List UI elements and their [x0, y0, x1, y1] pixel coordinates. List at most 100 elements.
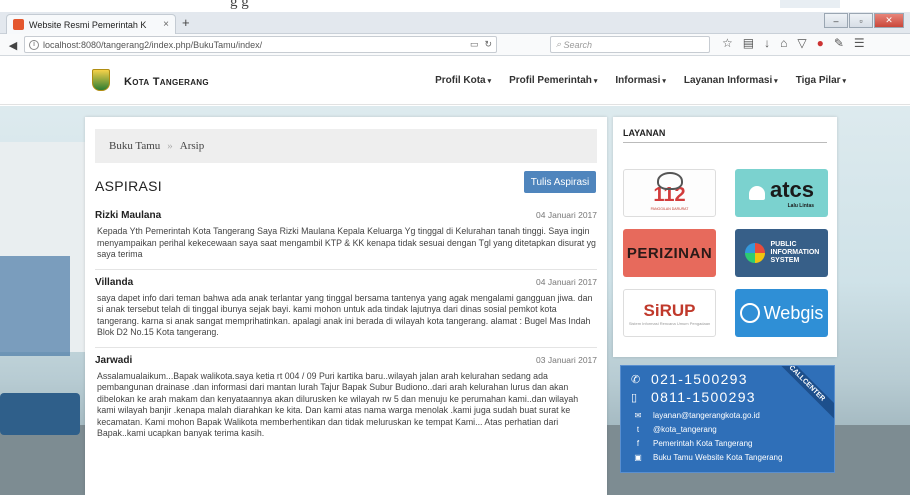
search-input[interactable]: ⌕ Search: [550, 36, 710, 53]
entry-date: 04 Januari 2017: [536, 276, 597, 287]
call-center-banner[interactable]: CALLCENTER ✆ 021-1500293 ▯ 0811-1500293 …: [620, 365, 835, 473]
twitter-icon: t: [636, 424, 640, 434]
search-icon: ⌕: [556, 39, 564, 49]
background-bus: [0, 393, 80, 435]
phone-icon: ✆: [631, 373, 642, 386]
service-perizinan-label: PERIZINAN: [626, 244, 713, 262]
twitter-text: @kota_tangerang: [653, 424, 717, 434]
ghost-shape: [780, 0, 840, 8]
close-window-button[interactable]: ✕: [874, 13, 904, 28]
menu-profil-kota[interactable]: Profil Kota: [435, 75, 491, 86]
navigation-bar: ◀ i localhost:8080/tangerang2/index.php/…: [0, 34, 910, 56]
services-panel: LAYANAN 112 PANGGILAN DARURAT atcs Lalu …: [613, 117, 837, 357]
menu-layanan-informasi[interactable]: Layanan Informasi: [684, 75, 778, 86]
entry-text: saya dapet info dari teman bahwa ada ana…: [97, 292, 593, 338]
service-sirup-sublabel: Sistem Informasi Rencana Umum Pengadaan: [628, 320, 711, 326]
bookmark-star-icon[interactable]: ☆: [722, 36, 733, 50]
reader-icon[interactable]: ▭: [470, 39, 479, 50]
write-aspiration-button[interactable]: Tulis Aspirasi: [524, 171, 596, 193]
search-placeholder: Search: [563, 39, 593, 50]
mobile-icon: ▯: [631, 391, 639, 404]
camera-dome-icon: [748, 186, 765, 200]
entry-author: Rizki Maulana: [95, 210, 162, 221]
favicon-icon: [13, 19, 24, 30]
breadcrumb-separator: »: [167, 140, 173, 152]
reload-icon[interactable]: ↻: [484, 39, 492, 50]
phone-ring-icon: [656, 172, 683, 190]
aspiration-list: Rizki Maulana 04 Januari 2017 Kepada Yth…: [95, 203, 597, 448]
service-sirup-tile[interactable]: SiRUP Sistem Informasi Rencana Umum Peng…: [623, 289, 716, 337]
webgis-globe-icon: [739, 303, 760, 323]
adblock-icon[interactable]: ●: [817, 36, 824, 50]
pocket-icon[interactable]: ▽: [797, 36, 806, 50]
entry-date: 03 Januari 2017: [536, 354, 597, 365]
menu-informasi[interactable]: Informasi: [615, 75, 665, 86]
service-pis-tile[interactable]: PUBLIC INFORMATION SYSTEM: [735, 229, 828, 277]
back-arrow-icon[interactable]: ◀: [5, 37, 21, 53]
entry-date: 04 Januari 2017: [536, 210, 597, 220]
menu-tiga-pilar[interactable]: Tiga Pilar: [796, 75, 846, 86]
breadcrumb-current: Arsip: [179, 140, 205, 152]
breadcrumb-home[interactable]: Buku Tamu: [109, 140, 160, 152]
service-atcs-label: atcs: [769, 177, 815, 202]
email-line: ✉ layanan@tangerangkota.go.id: [631, 410, 760, 420]
facebook-text: Pemerintah Kota Tangerang: [653, 438, 753, 448]
background-shape: [0, 256, 70, 356]
site-brand[interactable]: Kota Tangerang: [124, 76, 209, 88]
service-webgis-tile[interactable]: Webgis: [735, 289, 828, 337]
tab-bar: Website Resmi Pemerintah K × + – ▫ ✕: [0, 12, 910, 34]
ghost-text: g g: [230, 0, 249, 10]
guestbook-text: Buku Tamu Website Kota Tangerang: [653, 452, 783, 462]
phone-number-2: 0811-1500293: [651, 389, 756, 405]
info-icon[interactable]: i: [29, 39, 39, 50]
phone-number-1: 021-1500293: [651, 371, 748, 387]
site-header: Kota Tangerang Profil Kota Profil Pemeri…: [0, 57, 910, 105]
phone-line-1: ✆ 021-1500293: [631, 371, 748, 387]
guestbook-line: ▣ Buku Tamu Website Kota Tangerang: [631, 452, 782, 462]
address-bar[interactable]: i localhost:8080/tangerang2/index.php/Bu…: [24, 36, 497, 53]
maximize-button[interactable]: ▫: [849, 13, 873, 28]
globe-icon: [744, 243, 765, 263]
tab-title: Website Resmi Pemerintah K: [29, 19, 147, 30]
minimize-button[interactable]: –: [824, 13, 848, 28]
close-tab-icon[interactable]: ×: [163, 19, 169, 30]
service-112-sublabel: PANGGILAN DARURAT: [650, 206, 689, 211]
divider: [623, 142, 827, 143]
facebook-line: f Pemerintah Kota Tangerang: [631, 438, 753, 448]
breadcrumb: Buku Tamu » Arsip: [95, 129, 597, 163]
extension-icon[interactable]: ✎: [834, 36, 844, 50]
service-atcs-tile[interactable]: atcs Lalu Lintas: [735, 169, 828, 217]
home-icon[interactable]: ⌂: [780, 36, 787, 50]
mail-icon: ✉: [634, 410, 642, 420]
list-item: Jarwadi 03 Januari 2017 Assalamualaikum.…: [95, 346, 597, 448]
guestbook-icon: ▣: [634, 452, 642, 462]
browser-tab[interactable]: Website Resmi Pemerintah K ×: [6, 14, 176, 34]
entry-author: Jarwadi: [95, 354, 133, 366]
clipboard-icon[interactable]: ▤: [743, 36, 754, 50]
list-item: Villanda 04 Januari 2017 saya dapet info…: [95, 268, 597, 347]
entry-author: Villanda: [95, 276, 134, 288]
service-112-tile[interactable]: 112 PANGGILAN DARURAT: [623, 169, 716, 217]
callcenter-ribbon: CALLCENTER: [770, 366, 834, 420]
twitter-line: t @kota_tangerang: [631, 424, 717, 434]
download-icon[interactable]: ↓: [764, 36, 770, 50]
guestbook-panel: Buku Tamu » Arsip ASPIRASI Tulis Aspiras…: [85, 117, 607, 495]
menu-profil-pemerintah[interactable]: Profil Pemerintah: [509, 75, 597, 86]
service-perizinan-tile[interactable]: PERIZINAN: [623, 229, 716, 277]
list-item: Rizki Maulana 04 Januari 2017 Kepada Yth…: [95, 203, 597, 269]
main-menu: Profil Kota Profil Pemerintah Informasi …: [435, 75, 846, 86]
services-title: LAYANAN: [623, 128, 666, 138]
service-atcs-sublabel: Lalu Lintas: [787, 203, 815, 209]
window-controls: – ▫ ✕: [824, 13, 904, 28]
entry-text: Assalamualaikum...Bapak walikota.saya ke…: [97, 370, 579, 439]
facebook-icon: f: [636, 438, 640, 448]
page-title: ASPIRASI: [95, 178, 162, 194]
url-text: localhost:8080/tangerang2/index.php/Buku…: [43, 39, 263, 50]
city-logo[interactable]: [92, 69, 110, 91]
new-tab-button[interactable]: +: [182, 15, 190, 30]
service-pis-label: PUBLIC INFORMATION SYSTEM: [770, 241, 820, 264]
email-text: layanan@tangerangkota.go.id: [653, 410, 760, 420]
phone-line-2: ▯ 0811-1500293: [631, 389, 756, 405]
menu-icon[interactable]: ☰: [854, 36, 865, 50]
url-actions: ▭ ↻: [470, 39, 496, 50]
